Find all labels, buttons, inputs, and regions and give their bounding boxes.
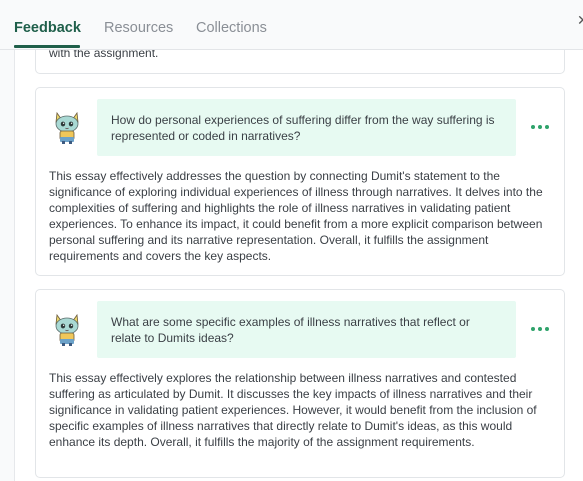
feedback-text: This essay effectively explores the rela… bbox=[49, 371, 537, 449]
cat-avatar-icon bbox=[55, 111, 79, 144]
active-tab-indicator bbox=[14, 45, 80, 48]
feedback-card: What are some specific examples of illne… bbox=[35, 289, 565, 478]
feedback-text: This essay effectively addresses the que… bbox=[49, 169, 543, 263]
more-options-icon[interactable] bbox=[531, 325, 549, 333]
cat-avatar-icon bbox=[55, 313, 79, 346]
close-icon[interactable]: ✕ bbox=[577, 12, 583, 29]
question-bubble: What are some specific examples of illne… bbox=[97, 301, 516, 358]
left-gutter bbox=[0, 0, 15, 481]
tab-bar: Feedback Resources Collections ✕ bbox=[0, 0, 583, 50]
tab-resources[interactable]: Resources bbox=[104, 20, 173, 36]
question-bubble: How do personal experiences of suffering… bbox=[97, 99, 516, 156]
tab-feedback[interactable]: Feedback bbox=[14, 20, 81, 36]
feedback-card: How do personal experiences of suffering… bbox=[35, 87, 565, 276]
tab-collections[interactable]: Collections bbox=[196, 20, 267, 36]
more-options-icon[interactable] bbox=[531, 123, 549, 131]
